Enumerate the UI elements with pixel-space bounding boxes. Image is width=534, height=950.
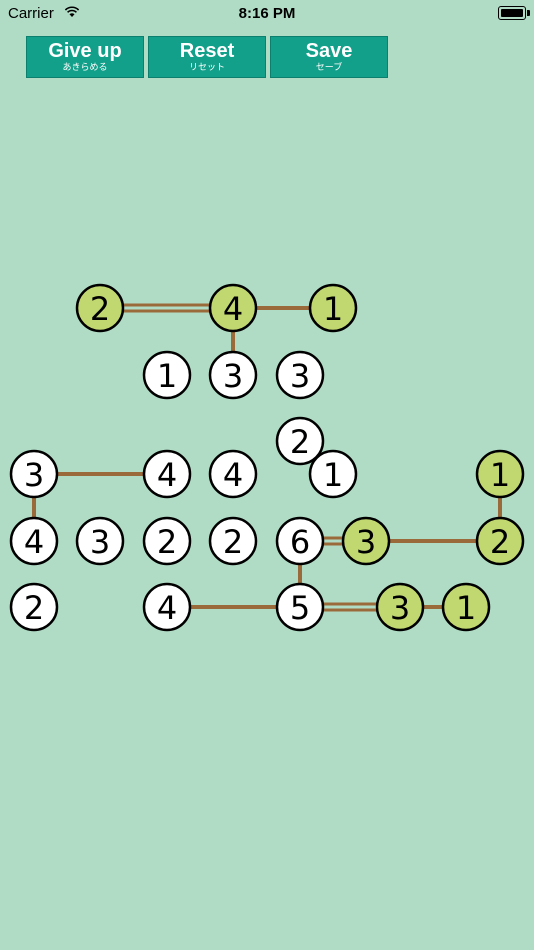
island-t[interactable]: 2 xyxy=(9,582,59,632)
island-number: 2 xyxy=(490,523,510,561)
island-number: 1 xyxy=(323,290,343,328)
island-number: 1 xyxy=(490,456,510,494)
island-e[interactable]: 3 xyxy=(208,350,258,400)
island-c[interactable]: 1 xyxy=(308,283,358,333)
island-h[interactable]: 3 xyxy=(9,449,59,499)
puzzle-board[interactable]: 2 4 11 3 323 4 4 1 14 3 2 2 6 3 22 4 5 3 1 xyxy=(0,0,534,950)
island-o[interactable]: 2 xyxy=(142,516,192,566)
islands-layer: 2 4 11 3 323 4 4 1 14 3 2 2 6 3 22 4 5 3 1 xyxy=(9,283,525,632)
island-k[interactable]: 1 xyxy=(308,449,358,499)
island-number: 2 xyxy=(290,423,310,461)
island-s[interactable]: 2 xyxy=(475,516,525,566)
island-q[interactable]: 6 xyxy=(275,516,325,566)
island-number: 3 xyxy=(390,589,410,627)
island-d[interactable]: 1 xyxy=(142,350,192,400)
island-number: 1 xyxy=(157,357,177,395)
island-number: 1 xyxy=(456,589,476,627)
island-n[interactable]: 3 xyxy=(75,516,125,566)
island-number: 4 xyxy=(223,290,243,328)
island-number: 5 xyxy=(290,589,310,627)
island-r[interactable]: 3 xyxy=(341,516,391,566)
island-u[interactable]: 4 xyxy=(142,582,192,632)
island-number: 4 xyxy=(24,523,44,561)
island-number: 6 xyxy=(290,523,310,561)
island-number: 2 xyxy=(157,523,177,561)
island-j[interactable]: 4 xyxy=(208,449,258,499)
island-number: 3 xyxy=(24,456,44,494)
island-number: 4 xyxy=(157,589,177,627)
island-w[interactable]: 3 xyxy=(375,582,425,632)
island-f[interactable]: 3 xyxy=(275,350,325,400)
island-a[interactable]: 2 xyxy=(75,283,125,333)
island-x[interactable]: 1 xyxy=(441,582,491,632)
island-number: 4 xyxy=(223,456,243,494)
island-number: 1 xyxy=(323,456,343,494)
island-number: 3 xyxy=(223,357,243,395)
island-number: 2 xyxy=(223,523,243,561)
island-number: 3 xyxy=(290,357,310,395)
island-number: 3 xyxy=(90,523,110,561)
island-number: 2 xyxy=(24,589,44,627)
island-p[interactable]: 2 xyxy=(208,516,258,566)
island-m[interactable]: 4 xyxy=(9,516,59,566)
island-number: 4 xyxy=(157,456,177,494)
island-number: 3 xyxy=(356,523,376,561)
island-b[interactable]: 4 xyxy=(208,283,258,333)
island-v[interactable]: 5 xyxy=(275,582,325,632)
island-number: 2 xyxy=(90,290,110,328)
island-l[interactable]: 1 xyxy=(475,449,525,499)
island-i[interactable]: 4 xyxy=(142,449,192,499)
